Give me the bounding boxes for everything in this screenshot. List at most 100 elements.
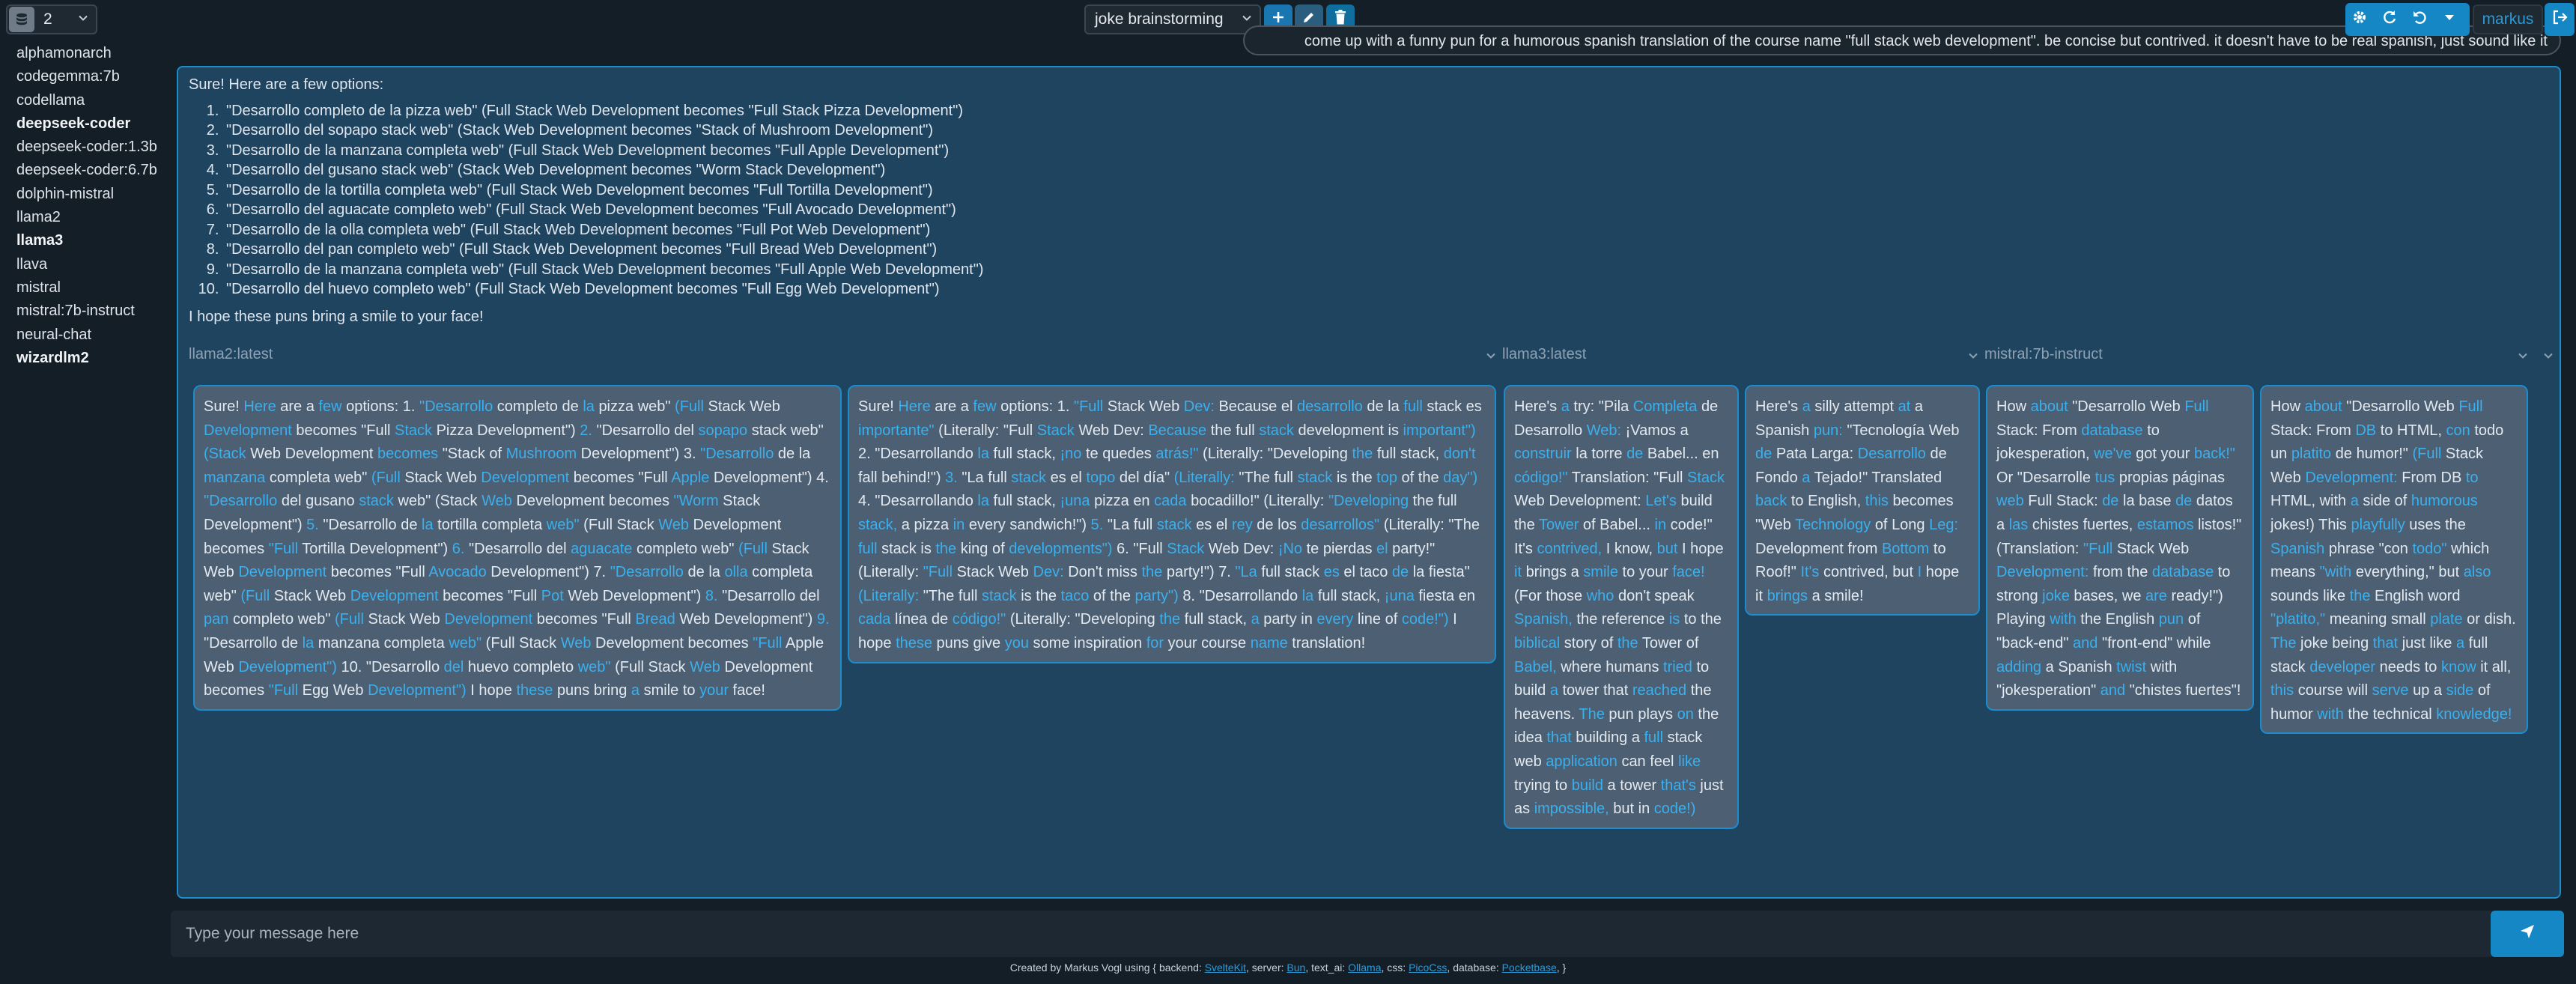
response-token: "Desarrollo xyxy=(323,516,401,533)
response-token: "Desarrollo xyxy=(2346,398,2424,415)
sidebar-item-codellama[interactable]: codellama xyxy=(16,89,166,112)
response-token: I xyxy=(1681,540,1691,557)
undo-button[interactable] xyxy=(2405,6,2434,33)
response-token: "Desarrollando xyxy=(875,493,978,510)
response-token: Babel... xyxy=(1647,446,1703,463)
response-token: web xyxy=(1996,493,2029,510)
response-token: Apple xyxy=(671,469,714,486)
response-token: Stack xyxy=(368,611,410,628)
sidebar-item-deepseek-coder-6-7b[interactable]: deepseek-coder:6.7b xyxy=(16,159,166,182)
response-token: con xyxy=(2446,422,2475,439)
message-input[interactable] xyxy=(171,911,2489,957)
response-token: biblical xyxy=(1514,634,1564,652)
response-token: Development") xyxy=(204,516,307,533)
footer-link-ollama[interactable]: Ollama xyxy=(1348,962,1381,974)
response-token: 10. xyxy=(341,658,366,675)
sidebar-item-llama2[interactable]: llama2 xyxy=(16,206,166,229)
response-token: to xyxy=(2217,564,2231,581)
response-token: a xyxy=(1561,398,1574,415)
user-name[interactable]: markus xyxy=(2473,4,2543,34)
response-token: (Stack xyxy=(434,493,482,510)
sidebar-item-deepseek-coder[interactable]: deepseek-coder xyxy=(16,112,166,136)
response-token: (Stack xyxy=(204,446,251,463)
response-token: Stack xyxy=(1036,422,1079,439)
menu-button[interactable] xyxy=(2435,6,2464,33)
response-token: the xyxy=(1412,493,1439,510)
message-input-bar xyxy=(171,911,2564,957)
sidebar-item-llava[interactable]: llava xyxy=(16,253,166,276)
response-token: web" xyxy=(398,493,435,510)
response-token: the xyxy=(1159,611,1185,628)
response-token: needs xyxy=(2379,658,2425,675)
response-token: Web: xyxy=(1586,422,1626,439)
response-token: in xyxy=(1654,516,1671,533)
response-token: the xyxy=(1514,516,1539,533)
settings-button[interactable] xyxy=(2345,6,2374,33)
sidebar-item-alphamonarch[interactable]: alphamonarch xyxy=(16,42,166,65)
response-token: Web xyxy=(1149,398,1184,415)
response-token: Development: xyxy=(2305,469,2402,486)
response-token: every xyxy=(968,516,1010,533)
section-label-llama2[interactable]: llama2:latest xyxy=(189,346,273,363)
response-token: everything," xyxy=(2355,564,2439,581)
response-token: de xyxy=(1755,446,1776,463)
response-token: Here xyxy=(898,398,935,415)
conversation-select[interactable]: 2 xyxy=(6,4,97,34)
response-token: un xyxy=(2270,446,2291,463)
section-label-llama3[interactable]: llama3:latest xyxy=(1502,346,1586,363)
footer-link-bun[interactable]: Bun xyxy=(1287,962,1305,974)
chevron-down-icon[interactable] xyxy=(1486,349,1496,365)
footer-link-pocketbase[interactable]: Pocketbase xyxy=(1502,962,1557,974)
sidebar-item-llama3[interactable]: llama3 xyxy=(16,229,166,252)
sidebar-item-wizardlm2[interactable]: wizardlm2 xyxy=(16,347,166,370)
response-token: is xyxy=(1021,587,1036,604)
response-token: jokes!) xyxy=(2270,516,2319,533)
sidebar-item-dolphin-mistral[interactable]: dolphin-mistral xyxy=(16,183,166,206)
response-token: Spanish xyxy=(2058,658,2117,675)
response-token: full xyxy=(858,540,882,557)
response-token: give xyxy=(973,634,1005,652)
response-token: (Full xyxy=(615,658,648,675)
response-token: the xyxy=(2348,705,2373,723)
response-token: code!) xyxy=(1653,801,1696,818)
response-token: with xyxy=(2317,705,2348,723)
list-item: "Desarrollo de la manzana completa web" … xyxy=(223,141,1537,161)
sidebar-item-mistral-7b-instruct[interactable]: mistral:7b-instruct xyxy=(16,300,166,323)
response-token: code!" xyxy=(1670,516,1713,533)
footer-link-picocss[interactable]: PicoCss xyxy=(1409,962,1447,974)
chevron-down-icon[interactable] xyxy=(2518,349,2528,365)
response-token: "Worm xyxy=(673,493,723,510)
response-token: stack, xyxy=(1016,493,1060,510)
response-token: stack, xyxy=(858,516,902,533)
send-button[interactable] xyxy=(2491,911,2564,957)
response-token: construir xyxy=(1514,446,1576,463)
response-token: Roof!" xyxy=(1755,564,1801,581)
sidebar-item-mistral[interactable]: mistral xyxy=(16,276,166,300)
sidebar-item-deepseek-coder-1-3b[interactable]: deepseek-coder:1.3b xyxy=(16,136,166,159)
response-token: ¡no xyxy=(1060,446,1086,463)
response-token: becomes xyxy=(204,682,269,699)
response-token: Egg xyxy=(302,682,333,699)
response-token: the xyxy=(1576,611,1602,628)
model-select[interactable]: joke brainstorming xyxy=(1084,4,1261,34)
response-token: side xyxy=(2446,682,2478,699)
response-token: a xyxy=(960,398,973,415)
response-token: Development") xyxy=(349,540,452,557)
footer-link-sveltekit[interactable]: SvelteKit xyxy=(1205,962,1246,974)
response-token: to xyxy=(682,682,700,699)
section-label-mistral[interactable]: mistral:7b-instruct xyxy=(1984,346,2103,363)
top-bar: 2 joke brainstorming come up with a funn… xyxy=(0,0,2576,55)
response-token: fiesta xyxy=(1418,587,1459,604)
response-token: phrase xyxy=(2328,540,2379,557)
response-token: de xyxy=(777,446,799,463)
logout-button[interactable] xyxy=(2545,3,2575,36)
refresh-button[interactable] xyxy=(2375,6,2404,33)
chevron-down-icon[interactable] xyxy=(2543,349,2554,365)
sidebar-item-neural-chat[interactable]: neural-chat xyxy=(16,324,166,347)
chevron-down-icon[interactable] xyxy=(1968,349,1978,365)
response-token: web xyxy=(1514,753,1546,770)
response-token: cada xyxy=(858,611,895,628)
response-token: Web xyxy=(568,587,603,604)
sidebar-item-codegemma[interactable]: codegemma:7b xyxy=(16,65,166,88)
response-token: stack xyxy=(1427,398,1466,415)
